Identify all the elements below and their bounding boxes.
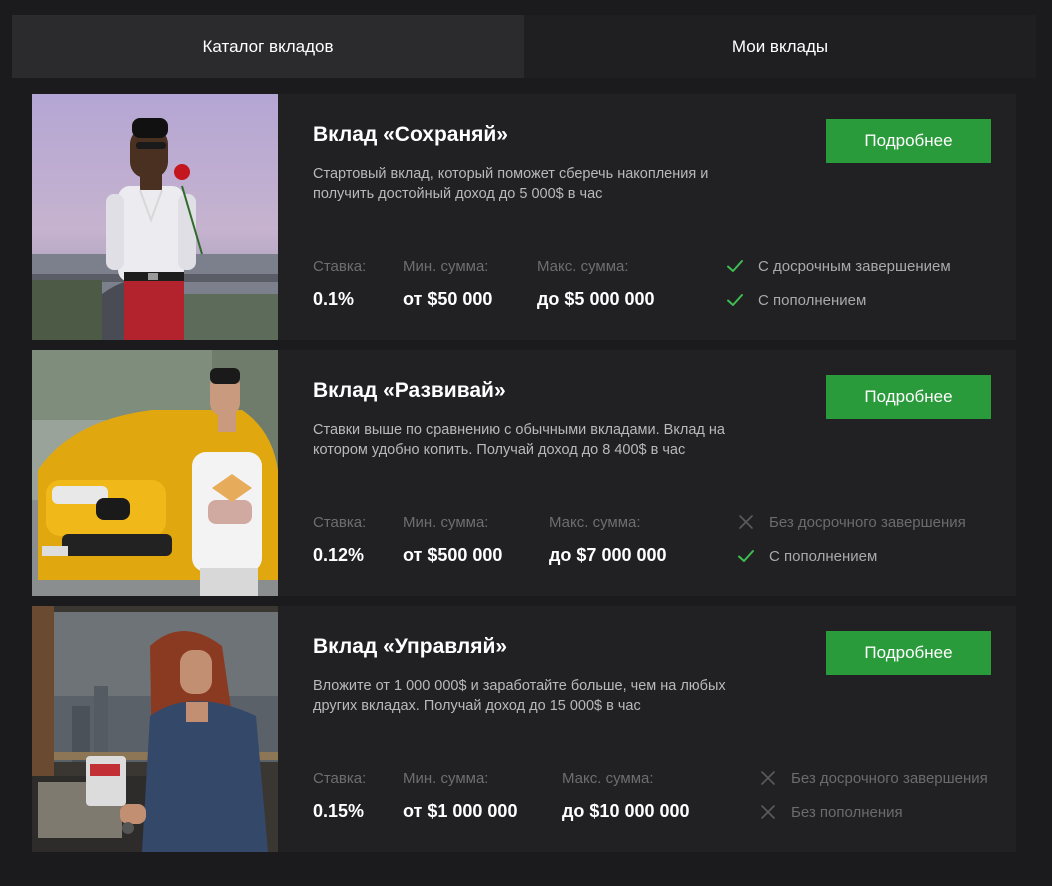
tab-deposit-catalog[interactable]: Каталог вкладов: [12, 15, 524, 78]
deposit-title: Вклад «Управляй»: [313, 635, 508, 658]
feature-label: С пополнением: [758, 291, 867, 309]
stat-rate: Ставка: 0.15%: [313, 770, 366, 822]
feature-early-closure: С досрочным завершением: [726, 257, 951, 275]
details-button[interactable]: Подробнее: [826, 375, 991, 419]
stat-min-label: Мин. сумма:: [403, 770, 489, 787]
stat-min-amount: Мин. сумма: от $50 000: [403, 258, 492, 310]
cross-icon: [761, 805, 775, 819]
deposit-title: Вклад «Развивай»: [313, 379, 506, 402]
feature-label: С досрочным завершением: [758, 257, 951, 275]
deposit-card-save: Вклад «Сохраняй» Стартовый вклад, которы…: [32, 94, 1016, 340]
details-button[interactable]: Подробнее: [826, 631, 991, 675]
stat-max-value: до $7 000 000: [549, 545, 667, 565]
stat-min-value: от $1 000 000: [403, 801, 518, 821]
stat-max-amount: Макс. сумма: до $10 000 000: [562, 770, 690, 822]
stat-rate-value: 0.12%: [313, 545, 365, 565]
stat-min-amount: Мин. сумма: от $500 000: [403, 514, 502, 566]
stat-max-value: до $10 000 000: [562, 801, 690, 821]
feature-replenishment: Без пополнения: [759, 803, 903, 821]
stat-min-amount: Мин. сумма: от $1 000 000: [403, 770, 517, 822]
feature-replenishment: С пополнением: [726, 291, 866, 309]
stat-max-amount: Макс. сумма: до $5 000 000: [537, 258, 655, 310]
stat-min-value: от $50 000: [403, 289, 493, 309]
stat-max-label: Макс. сумма:: [537, 258, 629, 275]
feature-early-closure: Без досрочного завершения: [737, 513, 966, 531]
details-button[interactable]: Подробнее: [826, 119, 991, 163]
cross-icon: [761, 771, 775, 785]
stat-rate-value: 0.1%: [313, 289, 355, 309]
deposit-description: Ставки выше по сравнению с обычными вкла…: [313, 422, 725, 458]
deposit-title: Вклад «Сохраняй»: [313, 123, 508, 146]
deposit-description: Вложите от 1 000 000$ и заработайте боль…: [313, 678, 726, 714]
feature-label: Без досрочного завершения: [769, 513, 966, 531]
feature-label: С пополнением: [769, 547, 878, 565]
stat-rate: Ставка: 0.12%: [313, 514, 366, 566]
check-icon: [727, 260, 743, 272]
stat-rate: Ставка: 0.1%: [313, 258, 366, 310]
deposit-description: Стартовый вклад, который поможет сберечь…: [313, 166, 709, 202]
deposit-image-manage: [32, 606, 278, 852]
tab-my-deposits[interactable]: Мои вклады: [524, 15, 1036, 78]
stat-max-label: Макс. сумма:: [562, 770, 654, 787]
stat-rate-value: 0.15%: [313, 801, 365, 821]
stat-max-label: Макс. сумма:: [549, 514, 641, 531]
stat-rate-label: Ставка:: [313, 514, 367, 531]
man-with-yellow-car-illustration: [32, 350, 278, 596]
man-with-rose-illustration: [32, 94, 278, 340]
deposit-card-develop: Вклад «Развивай» Ставки выше по сравнени…: [32, 350, 1016, 596]
stat-min-label: Мин. сумма:: [403, 258, 489, 275]
check-icon: [738, 550, 754, 562]
stat-max-amount: Макс. сумма: до $7 000 000: [549, 514, 667, 566]
stat-rate-label: Ставка:: [313, 258, 367, 275]
deposit-card-manage: Вклад «Управляй» Вложите от 1 000 000$ и…: [32, 606, 1016, 852]
check-icon: [727, 294, 743, 306]
feature-label: Без пополнения: [791, 803, 903, 821]
stat-max-value: до $5 000 000: [537, 289, 655, 309]
deposit-list: Вклад «Сохраняй» Стартовый вклад, которы…: [32, 94, 1016, 862]
feature-early-closure: Без досрочного завершения: [759, 769, 988, 787]
stat-min-label: Мин. сумма:: [403, 514, 489, 531]
deposit-image-develop: [32, 350, 278, 596]
cross-icon: [739, 515, 753, 529]
stat-min-value: от $500 000: [403, 545, 503, 565]
woman-with-tablet-illustration: [32, 606, 278, 852]
feature-replenishment: С пополнением: [737, 547, 877, 565]
deposit-tabs: Каталог вкладов Мои вклады: [12, 15, 1036, 78]
deposit-image-save: [32, 94, 278, 340]
feature-label: Без досрочного завершения: [791, 769, 988, 787]
stat-rate-label: Ставка:: [313, 770, 367, 787]
